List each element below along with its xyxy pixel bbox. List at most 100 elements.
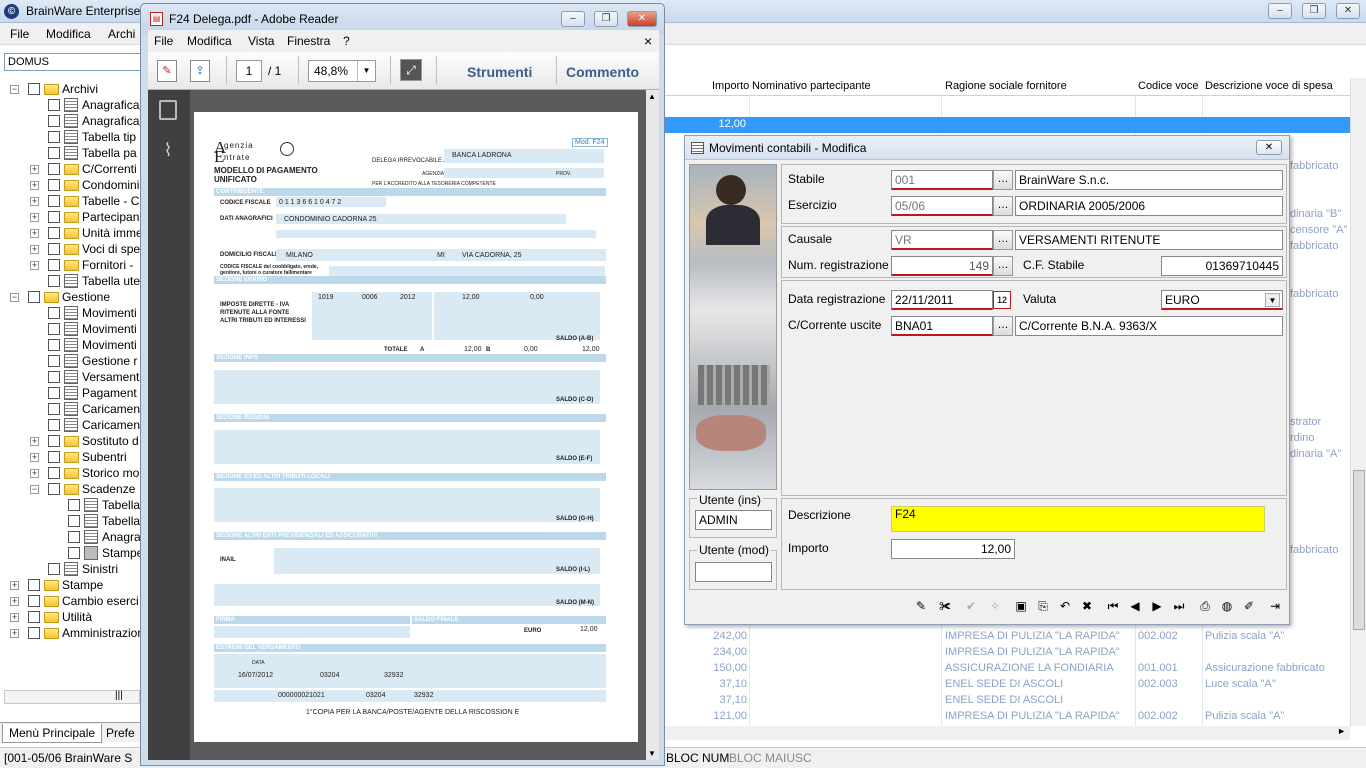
tree-item[interactable]: + Cambio eserci [0,593,142,609]
adobe-restore-icon[interactable]: ❐ [594,11,618,27]
tree-checkbox[interactable] [48,163,60,175]
tree-item[interactable]: + Amministrazion [0,625,142,641]
tree-checkbox[interactable] [28,595,40,607]
grid-vertical-scrollbar[interactable] [1350,78,1366,726]
adobe-menu-finestra[interactable]: Finestra [287,34,330,48]
num-registrazione-input[interactable]: 149 [891,256,993,276]
tree-item[interactable]: + Utilità [0,609,142,625]
create-pdf-icon[interactable]: ✎ [157,60,177,82]
adobe-menu-vista[interactable]: Vista [248,34,274,48]
table-row[interactable]: 37,10 ENEL SEDE DI ASCOLI 002.003 Luce scal… [665,677,1350,693]
restore-icon[interactable]: ❐ [1302,3,1326,19]
adobe-menu-file[interactable]: File [154,34,173,48]
tree-item[interactable]: + Stampe [0,577,142,593]
table-row[interactable]: 150,00 ASSICURAZIONE LA FONDIARIA 001.001 A… [665,661,1350,677]
tree-expander-icon[interactable]: + [10,629,19,638]
tree-checkbox[interactable] [48,99,60,111]
tree-item[interactable]: − Scadenze [0,481,142,497]
tree-item[interactable]: Sinistri [0,561,142,577]
tree-checkbox[interactable] [48,451,60,463]
menu-file[interactable]: File [10,27,29,41]
cc-uscite-code-input[interactable]: BNA01 [891,316,993,336]
utente-ins-field[interactable]: ADMIN [695,510,772,530]
page-number-input[interactable]: 1 [236,60,262,82]
exit-icon[interactable]: ⇥ [1265,596,1285,616]
tab-menu-principale[interactable]: Menù Principale [2,724,103,743]
tree-item[interactable]: + Tabelle - C [0,193,142,209]
tree-item[interactable]: + Subentri [0,449,142,465]
dialog-close-icon[interactable]: ✕ [1256,140,1282,155]
close-document-icon[interactable]: × [644,33,652,49]
cc-uscite-name-field[interactable]: C/Corrente B.N.A. 9363/X [1015,316,1283,336]
tree-checkbox[interactable] [48,371,60,383]
cf-stabile-field[interactable]: 01369710445 [1161,256,1283,276]
tree-checkbox[interactable] [48,227,60,239]
export-pdf-icon[interactable]: ⇪ [190,60,210,82]
tree-item[interactable]: Gestione r [0,353,142,369]
tree-item[interactable]: Versament [0,369,142,385]
tree-checkbox[interactable] [48,323,60,335]
causale-name-field[interactable]: VERSAMENTI RITENUTE [1015,230,1283,250]
adobe-menu-help[interactable]: ? [343,34,350,48]
attach-icon[interactable]: ✐ [1239,596,1259,616]
tree-item[interactable]: − Gestione [0,289,142,305]
table-row[interactable]: 234,00 IMPRESA DI PULIZIA "LA RAPIDA" [665,645,1350,661]
tree-expander-icon[interactable]: − [10,85,19,94]
tree-expander-icon[interactable]: + [10,597,19,606]
confirm-icon[interactable]: ✔ [961,596,981,616]
close-icon[interactable]: ✕ [1336,3,1360,19]
print-icon[interactable]: ⎙ [1195,596,1215,616]
menu-modifica[interactable]: Modifica [46,27,91,41]
valuta-select[interactable]: EURO ▼ [1161,290,1283,310]
num-registrazione-lookup-button[interactable]: … [993,256,1013,276]
tree-expander-icon[interactable]: + [30,245,39,254]
save-icon[interactable]: ▣ [1011,596,1031,616]
clear-icon[interactable]: ✧ [985,596,1005,616]
tree-checkbox[interactable] [68,531,80,543]
undo-icon[interactable]: ↶ [1055,596,1075,616]
tree-checkbox[interactable] [28,579,40,591]
tree-item[interactable]: + Storico mo [0,465,142,481]
tree-expander-icon[interactable]: + [10,613,19,622]
tree-item[interactable]: Tabella ute [0,273,142,289]
next-icon[interactable]: ▶ [1147,596,1167,616]
tools-pane-button[interactable]: Strumenti [467,64,532,80]
tree-checkbox[interactable] [48,483,60,495]
attachments-icon[interactable]: ⌇ [157,140,179,162]
tree-expander-icon[interactable]: + [30,437,39,446]
tree-checkbox[interactable] [48,243,60,255]
col-codice-voce[interactable]: Codice voce [1138,80,1199,92]
tree-item[interactable]: Caricamen [0,401,142,417]
tree-horizontal-scrollbar[interactable]: ||| [4,690,140,704]
tree-expander-icon[interactable]: + [10,581,19,590]
stabile-code-input[interactable]: 001 [891,170,993,190]
tree-expander-icon[interactable]: + [30,453,39,462]
tree-checkbox[interactable] [48,115,60,127]
tree-item[interactable]: Pagament [0,385,142,401]
tree-checkbox[interactable] [68,547,80,559]
tree-item[interactable]: + Partecipan [0,209,142,225]
tree-item[interactable]: + Sostituto d [0,433,142,449]
tree-checkbox[interactable] [48,435,60,447]
col-descrizione-voce[interactable]: Descrizione voce di spesa [1205,80,1333,92]
adobe-menu-modifica[interactable]: Modifica [187,34,232,48]
tree-item[interactable]: Anagra [0,529,142,545]
valuta-dropdown-icon[interactable]: ▼ [1265,293,1280,307]
tree-checkbox[interactable] [28,83,40,95]
tree-checkbox[interactable] [48,179,60,191]
tab-preferiti[interactable]: Prefe [106,726,135,740]
prev-icon[interactable]: ◀ [1125,596,1145,616]
table-row[interactable]: 121,00 IMPRESA DI PULIZIA "LA RAPIDA" 002.… [665,709,1350,725]
page-thumbnails-icon[interactable] [159,100,177,120]
adobe-close-icon[interactable]: ✕ [627,11,657,27]
tree-checkbox[interactable] [48,419,60,431]
calendar-icon[interactable]: 12 [993,291,1011,309]
tree-expander-icon[interactable]: − [30,485,39,494]
tree-item[interactable]: Tabella [0,513,142,529]
tree-item[interactable]: + Fornitori - [0,257,142,273]
tree-checkbox[interactable] [48,563,60,575]
esercizio-lookup-button[interactable]: … [993,196,1013,216]
tree-item[interactable]: Stampe [0,545,142,561]
tree-item[interactable]: Tabella tip [0,129,142,145]
zoom-select[interactable]: 48,8% ▼ [308,60,376,82]
